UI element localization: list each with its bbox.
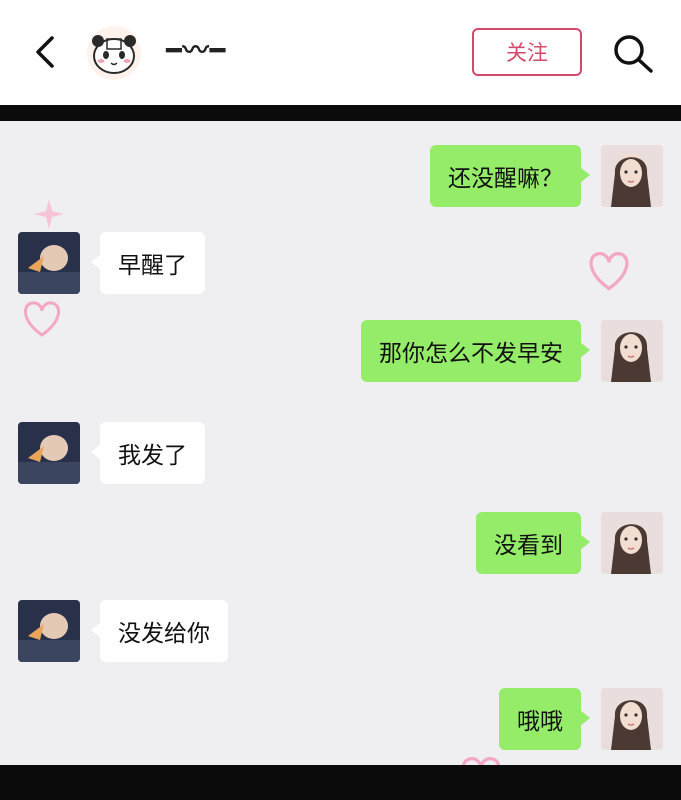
message-bubble-sent[interactable]: 哦哦 — [499, 688, 590, 750]
message-bubble-received[interactable]: 我发了 — [91, 422, 205, 484]
my-avatar[interactable] — [601, 320, 663, 382]
chat-title: ━〰━ — [166, 36, 227, 66]
message-bubble-sent[interactable]: 还没醒嘛？ — [430, 145, 590, 207]
heart-decoration-icon — [23, 301, 61, 337]
contact-avatar[interactable] — [18, 600, 80, 662]
panda-avatar-icon[interactable] — [86, 25, 142, 81]
message-bubble-received[interactable]: 没发给你 — [91, 600, 228, 662]
message-bubble-sent[interactable]: 没看到 — [476, 512, 590, 574]
search-icon[interactable] — [612, 33, 654, 73]
follow-button[interactable]: 关注 — [472, 28, 582, 76]
contact-avatar[interactable] — [18, 422, 80, 484]
chat-area[interactable]: 还没醒嘛？ 早醒了 那你怎么不发早安 我发了 没看到 没发给你 哦哦 — [0, 105, 681, 800]
my-avatar[interactable] — [601, 688, 663, 750]
video-letterbox-top — [0, 105, 681, 121]
chevron-left-icon[interactable] — [30, 34, 62, 70]
contact-avatar[interactable] — [18, 232, 80, 294]
heart-decoration-icon — [589, 252, 629, 291]
my-avatar[interactable] — [601, 512, 663, 574]
my-avatar[interactable] — [601, 145, 663, 207]
message-bubble-sent[interactable]: 那你怎么不发早安 — [361, 320, 590, 382]
sparkle-decoration-icon — [34, 199, 64, 229]
top-navigation-bar: ━〰━ 关注 — [0, 0, 681, 105]
video-letterbox-bottom — [0, 765, 681, 800]
message-bubble-received[interactable]: 早醒了 — [91, 232, 205, 294]
